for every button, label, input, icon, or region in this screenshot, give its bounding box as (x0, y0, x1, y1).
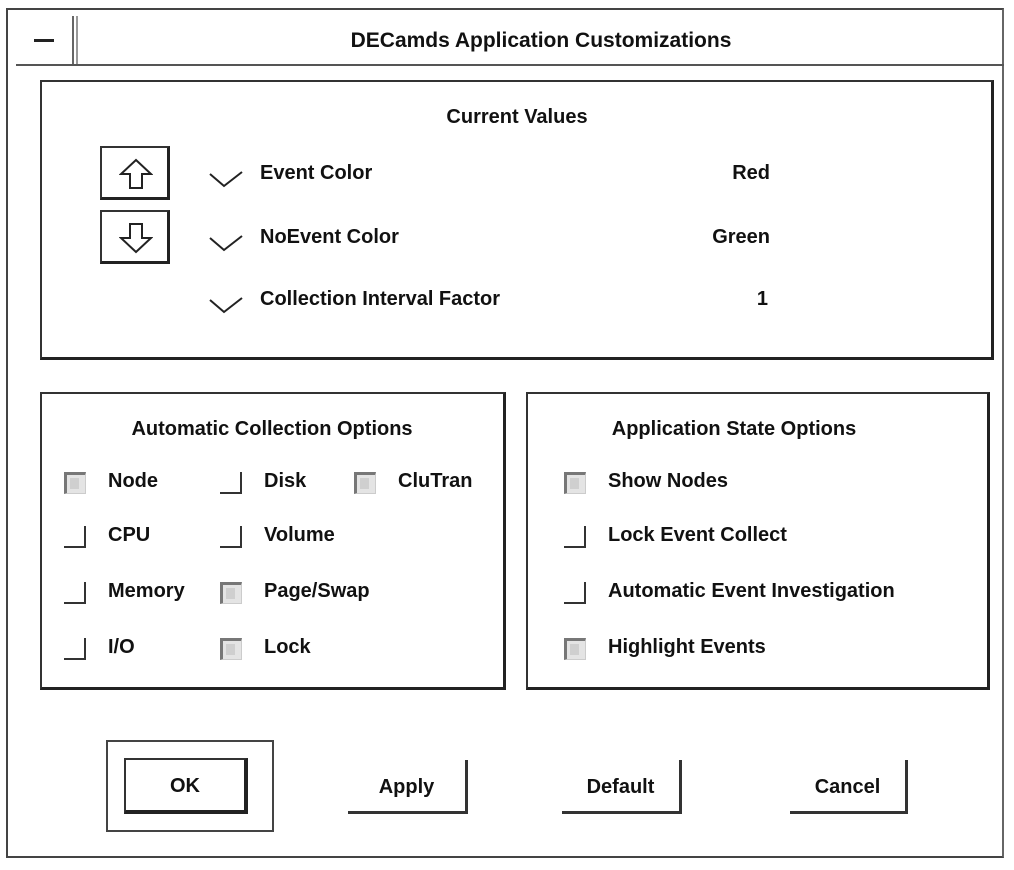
chevron-down-icon (209, 235, 243, 252)
option-label: Page/Swap (264, 580, 370, 602)
window-menu-icon (34, 39, 54, 42)
checkbox[interactable] (354, 472, 376, 494)
option-label: Lock Event Collect (608, 524, 787, 546)
option-label: Show Nodes (608, 470, 729, 492)
value-row-label: Event Color (260, 162, 373, 184)
checkbox[interactable] (220, 472, 242, 494)
checkbox[interactable] (220, 526, 242, 548)
checkbox[interactable] (64, 472, 86, 494)
cancel-button[interactable]: Cancel (790, 760, 908, 814)
option-label: I/O (108, 636, 135, 658)
apply-button[interactable]: Apply (348, 760, 468, 814)
option-label: CPU (108, 524, 151, 546)
window-menu-button[interactable] (16, 16, 74, 64)
checkbox[interactable] (564, 582, 586, 604)
option-label: Lock (264, 636, 311, 658)
title-bar: DECamds Application Customizations (16, 16, 1004, 66)
default-button-frame: OK (106, 740, 274, 832)
value-row-value: Red (732, 162, 770, 184)
ok-button[interactable]: OK (124, 758, 248, 814)
arrow-down-icon (119, 223, 153, 254)
checkbox[interactable] (220, 638, 242, 660)
chevron-down-icon (209, 171, 243, 188)
default-button[interactable]: Default (562, 760, 682, 814)
collection-options-panel: Automatic Collection Options Node Disk C… (40, 392, 506, 690)
value-row-value: 1 (756, 288, 768, 310)
checkbox[interactable] (64, 526, 86, 548)
window-title: DECamds Application Customizations (76, 16, 1004, 64)
chevron-down-icon (209, 297, 243, 314)
option-label: CluTran (398, 470, 473, 492)
option-label: Memory (108, 580, 185, 602)
option-label: Disk (264, 470, 307, 492)
current-values-panel: Current Values Event Color Red NoEvent C… (40, 80, 994, 360)
option-label: Highlight Events (608, 636, 766, 658)
checkbox[interactable] (564, 526, 586, 548)
value-row-event-color[interactable]: Event Color Red (208, 162, 778, 192)
value-row-label: NoEvent Color (260, 226, 399, 248)
value-row-collection-interval[interactable]: Collection Interval Factor 1 (208, 288, 778, 318)
value-row-value: Green (712, 226, 770, 248)
checkbox[interactable] (564, 638, 586, 660)
collection-options-title: Automatic Collection Options (131, 418, 413, 440)
checkbox[interactable] (64, 582, 86, 604)
option-label: Node (108, 470, 158, 492)
state-options-title: Application State Options (611, 418, 857, 440)
checkbox[interactable] (220, 582, 242, 604)
option-label: Automatic Event Investigation (608, 580, 895, 602)
move-up-button[interactable] (100, 146, 170, 200)
arrow-up-icon (119, 158, 153, 189)
current-values-title: Current Values (446, 106, 588, 128)
value-row-noevent-color[interactable]: NoEvent Color Green (208, 226, 778, 256)
checkbox[interactable] (64, 638, 86, 660)
state-options-panel: Application State Options Show Nodes Loc… (526, 392, 990, 690)
checkbox[interactable] (564, 472, 586, 494)
move-down-button[interactable] (100, 210, 170, 264)
option-label: Volume (264, 524, 335, 546)
value-row-label: Collection Interval Factor (260, 288, 501, 310)
